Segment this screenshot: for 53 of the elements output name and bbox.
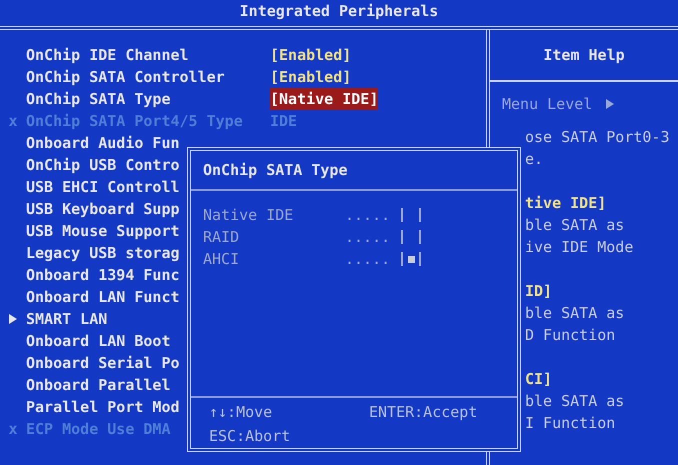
help-text: D Function xyxy=(525,325,616,346)
setting-label[interactable]: Onboard LAN Boot xyxy=(26,330,170,352)
setting-value[interactable]: [Native IDE] xyxy=(270,88,378,110)
key-hint: ↑↓:Move xyxy=(209,402,274,423)
help-text: e. xyxy=(525,149,544,170)
setting-label[interactable]: Legacy USB storag xyxy=(26,242,180,264)
menu-level-label: Menu Level xyxy=(502,94,592,115)
help-text: I Function xyxy=(525,413,616,434)
dot-leader: ..... xyxy=(345,249,392,270)
dot-leader: ..... xyxy=(345,227,392,248)
checkbox[interactable] xyxy=(401,230,421,244)
triangle-icon xyxy=(606,99,614,109)
help-text: ble SATA as xyxy=(525,215,626,236)
setting-label: ECP Mode Use DMA xyxy=(26,418,170,440)
setting-label[interactable]: Onboard LAN Funct xyxy=(26,286,180,308)
help-text: ive IDE Mode xyxy=(525,237,634,258)
option-label[interactable]: RAID xyxy=(203,226,345,248)
dot-leader: ..... xyxy=(345,205,392,226)
setting-label[interactable]: Onboard Audio Fun xyxy=(26,132,180,154)
help-text: tive IDE] xyxy=(525,193,608,214)
setting-label[interactable]: Onboard Serial Po xyxy=(26,352,180,374)
setting-label[interactable]: OnChip IDE Channel xyxy=(26,44,189,66)
setting-label: OnChip SATA Port4/5 Type xyxy=(26,110,243,132)
setting-label[interactable]: Parallel Port Mod xyxy=(26,396,180,418)
help-text: CI] xyxy=(525,369,554,390)
setting-label[interactable]: USB EHCI Controll xyxy=(26,176,180,198)
key-hint: ESC:Abort xyxy=(209,426,292,446)
setting-label[interactable]: OnChip SATA Controller xyxy=(26,66,225,88)
popup-title: OnChip SATA Type xyxy=(203,160,348,181)
setting-value[interactable]: [Enabled] xyxy=(270,66,352,88)
help-text: ble SATA as xyxy=(525,303,626,324)
setting-label[interactable]: USB Keyboard Supp xyxy=(26,198,180,220)
setting-value: IDE xyxy=(270,110,298,132)
setting-label[interactable]: USB Mouse Support xyxy=(26,220,180,242)
setting-label[interactable]: Onboard Parallel xyxy=(26,374,170,396)
help-title: Item Help xyxy=(543,44,625,66)
triangle-icon xyxy=(9,314,17,324)
setting-label[interactable]: OnChip USB Contro xyxy=(26,154,180,176)
help-text: ID] xyxy=(525,281,554,302)
checkbox[interactable] xyxy=(401,208,421,222)
option-label[interactable]: AHCI xyxy=(203,248,345,270)
checkbox[interactable] xyxy=(401,252,421,266)
help-text: ose SATA Port0-3 xyxy=(525,127,670,148)
help-text: ble SATA as xyxy=(525,391,626,412)
disabled-marker: x xyxy=(8,110,18,132)
setting-label[interactable]: Onboard 1394 Func xyxy=(26,264,180,286)
setting-label[interactable]: OnChip SATA Type xyxy=(26,88,170,110)
option-label[interactable]: Native IDE xyxy=(203,204,345,226)
key-hint: ENTER:Accept xyxy=(369,402,478,423)
disabled-marker: x xyxy=(8,418,18,440)
setting-label[interactable]: SMART LAN xyxy=(26,308,108,330)
screen-title: Integrated Peripherals xyxy=(240,0,438,22)
setting-value[interactable]: [Enabled] xyxy=(270,44,352,66)
